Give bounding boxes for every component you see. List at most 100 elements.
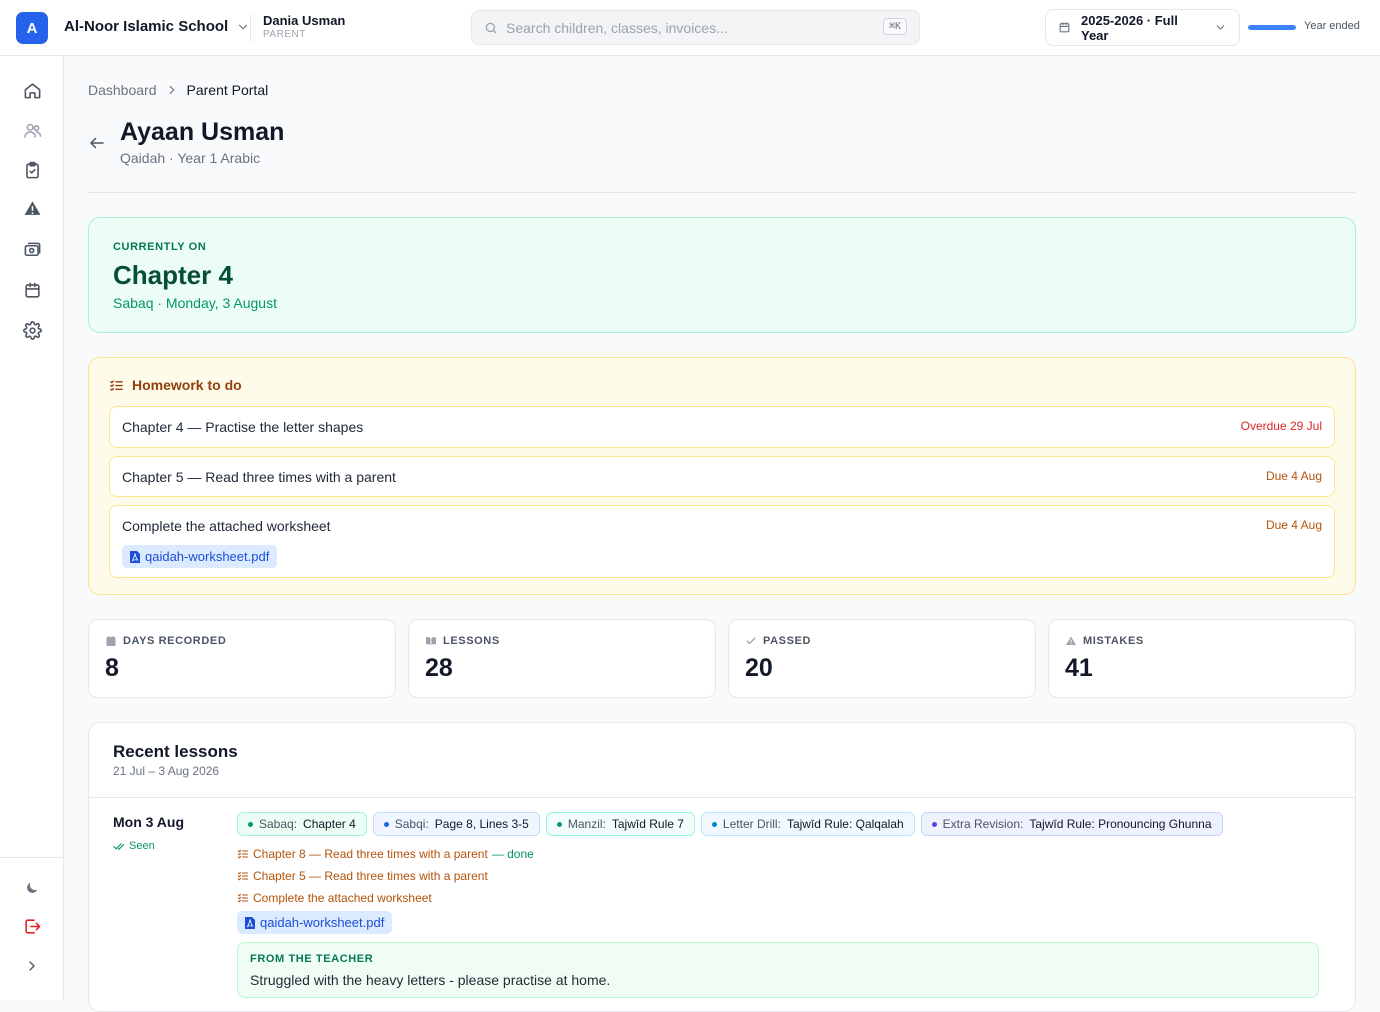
stat-card-lessons: LESSONS 28 — [408, 619, 716, 698]
homework-item[interactable]: Complete the attached worksheet Due 4 Au… — [109, 505, 1335, 578]
homework-text: Chapter 4 — Practise the letter shapes — [122, 419, 364, 435]
home-icon[interactable] — [20, 78, 44, 102]
book-icon — [426, 637, 436, 645]
teacher-note: FROM THE TEACHER Struggled with the heav… — [237, 942, 1319, 998]
stat-card-days: DAYS RECORDED 8 — [88, 619, 396, 698]
stat-value: 8 — [105, 654, 119, 682]
attachment-name: qaidah-worksheet.pdf — [260, 915, 385, 930]
school-switcher[interactable]: Al-Noor Islamic School — [64, 18, 250, 35]
homework-card: Homework to do Chapter 4 — Practise the … — [88, 357, 1356, 595]
checklist-icon — [237, 871, 249, 881]
stat-value: 41 — [1065, 654, 1093, 682]
recent-lessons-range: 21 Jul – 3 Aug 2026 — [113, 764, 220, 778]
stat-label: LESSONS — [443, 635, 500, 647]
stat-label: DAYS RECORDED — [123, 635, 227, 647]
lesson-homework-item: Chapter 8 — Read three times with a pare… — [237, 847, 534, 861]
stat-value: 20 — [745, 654, 773, 682]
calendar-icon[interactable] — [20, 278, 44, 302]
stat-label: PASSED — [763, 635, 812, 647]
lesson-pill-extra-revision: Extra Revision: Tajwīd Rule: Pronouncing … — [920, 812, 1223, 836]
homework-due: Due 4 Aug — [1265, 518, 1322, 532]
year-status: Year ended — [1304, 20, 1360, 32]
chevron-down-icon — [1216, 25, 1225, 30]
search-icon — [485, 22, 497, 33]
search-bar[interactable]: ⌘K — [471, 10, 920, 45]
attachment-name: qaidah-worksheet.pdf — [145, 549, 270, 564]
seen-status: Seen — [113, 840, 155, 852]
moon-icon[interactable] — [20, 876, 44, 900]
homework-title-text: Homework to do — [132, 377, 242, 393]
divider — [250, 14, 251, 42]
year-selector[interactable]: 2025-2026 · Full Year — [1045, 9, 1240, 46]
people-icon[interactable] — [20, 118, 44, 142]
warning-icon — [1066, 636, 1076, 645]
page-subtitle: Qaidah · Year 1 Arabic — [120, 150, 261, 166]
current-detail: Sabaq · Monday, 3 August — [113, 295, 277, 311]
checklist-icon — [237, 849, 249, 859]
top-bar: A Al-Noor Islamic School Dania Usman PAR… — [0, 0, 1380, 56]
checklist-icon — [110, 379, 123, 391]
back-arrow-icon[interactable] — [88, 134, 106, 152]
lesson-pill-letter-drill: Letter Drill: Tajwīd Rule: Qalqalah — [700, 812, 915, 836]
current-kicker: CURRENTLY ON — [113, 241, 207, 253]
user-name: Dania Usman — [263, 13, 346, 28]
homework-text: Chapter 5 — Read three times with a pare… — [122, 469, 396, 485]
teacher-note-label: FROM THE TEACHER — [250, 953, 374, 965]
attachment-link[interactable]: qaidah-worksheet.pdf — [122, 545, 278, 568]
chevron-down-icon — [239, 24, 248, 29]
page-title: Ayaan Usman — [120, 118, 285, 146]
chevron-right-icon[interactable] — [20, 954, 44, 978]
search-input[interactable] — [506, 19, 866, 36]
homework-item[interactable]: Chapter 4 — Practise the letter shapes O… — [109, 406, 1335, 448]
teacher-note-text: Struggled with the heavy letters - pleas… — [250, 972, 611, 988]
lesson-pill-sabaq: Sabaq: Chapter 4 — [237, 812, 367, 836]
attachment-link[interactable]: qaidah-worksheet.pdf — [237, 911, 393, 934]
homework-due: Overdue 29 Jul — [1240, 419, 1322, 433]
recent-lessons-title: Recent lessons — [113, 742, 238, 761]
money-icon[interactable] — [20, 238, 44, 262]
divider — [88, 192, 1356, 193]
lesson-pill-sabqi: Sabqi: Page 8, Lines 3-5 — [372, 812, 540, 836]
calendar-icon — [106, 636, 116, 646]
stats-row: DAYS RECORDED 8 LESSONS 28 PASSED 20 MIS… — [88, 619, 1356, 698]
current-chapter-card: CURRENTLY ON Chapter 4 Sabaq · Monday, 3… — [88, 217, 1356, 333]
current-chapter: Chapter 4 — [113, 260, 233, 290]
sidebar-divider — [0, 857, 63, 858]
year-progress-fill — [1248, 25, 1296, 30]
stat-value: 28 — [425, 654, 453, 682]
homework-title: Homework to do — [109, 377, 242, 393]
breadcrumb: Dashboard Parent Portal — [88, 82, 268, 98]
lesson-pill-manzil: Manzil: Tajwīd Rule 7 — [545, 812, 695, 836]
recent-lessons-card: Recent lessons 21 Jul – 3 Aug 2026 Mon 3… — [88, 722, 1356, 1012]
homework-text: Complete the attached worksheet — [122, 518, 331, 534]
stat-card-passed: PASSED 20 — [728, 619, 1036, 698]
lesson-pills: Sabaq: Chapter 4 Sabqi: Page 8, Lines 3-5 … — [237, 812, 1223, 836]
lesson-homework-item: Chapter 5 — Read three times with a pare… — [237, 869, 488, 883]
homework-due: Due 4 Aug — [1265, 469, 1322, 483]
sidebar — [0, 56, 64, 1000]
year-progress-bar — [1248, 25, 1296, 30]
pdf-file-icon — [245, 916, 255, 929]
stat-card-mistakes: MISTAKES 41 — [1048, 619, 1356, 698]
year-label: 2025-2026 · Full Year — [1081, 12, 1178, 43]
lesson-homework-item: Complete the attached worksheet — [237, 891, 432, 905]
gear-icon[interactable] — [20, 318, 44, 342]
double-check-icon — [113, 842, 124, 850]
warning-icon[interactable] — [20, 196, 44, 220]
user-role: PARENT — [263, 29, 306, 40]
seen-label: Seen — [129, 840, 155, 852]
school-name: Al-Noor Islamic School — [64, 18, 229, 35]
breadcrumb-current: Parent Portal — [186, 82, 269, 98]
logout-icon[interactable] — [20, 914, 44, 938]
homework-item[interactable]: Chapter 5 — Read three times with a pare… — [109, 456, 1335, 497]
checklist-icon — [237, 893, 249, 903]
check-icon — [746, 637, 756, 645]
breadcrumb-dashboard[interactable]: Dashboard — [88, 82, 157, 98]
stat-label: MISTAKES — [1083, 635, 1144, 647]
user-info[interactable]: Dania Usman PARENT — [263, 13, 345, 41]
clipboard-check-icon[interactable] — [20, 158, 44, 182]
calendar-icon — [1059, 22, 1070, 33]
divider — [89, 797, 1355, 798]
pdf-file-icon — [130, 550, 140, 563]
school-logo[interactable]: A — [16, 12, 48, 44]
